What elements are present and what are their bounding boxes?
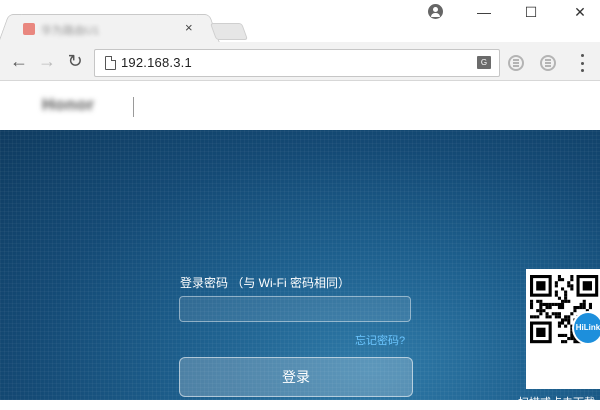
tab-title: 华为路由U1	[41, 25, 100, 36]
window-close-button[interactable]: ✕	[560, 0, 600, 24]
password-label: 登录密码 （与 Wi-Fi 密码相同）	[180, 276, 350, 290]
login-panel: 登录密码 （与 Wi-Fi 密码相同） 忘记密码? 登录 HiLink 扫描或点…	[0, 130, 600, 409]
page-info-icon[interactable]	[105, 56, 116, 70]
extension-icon[interactable]	[540, 55, 556, 71]
tab-strip: 华为路由U1 × — ☐ ✕	[0, 0, 600, 44]
brand-logo: Honor	[42, 95, 95, 114]
url-text[interactable]: 192.168.3.1	[121, 55, 192, 70]
new-tab-button[interactable]	[209, 23, 249, 40]
profile-icon[interactable]	[428, 4, 443, 19]
header-divider	[133, 97, 134, 117]
login-button[interactable]: 登录	[179, 357, 413, 397]
translate-icon[interactable]: G	[477, 56, 491, 69]
browser-tab[interactable]: 华为路由U1 ×	[8, 14, 210, 44]
reload-button[interactable]: ↻	[64, 50, 86, 72]
maximize-button[interactable]: ☐	[511, 0, 551, 24]
back-button[interactable]: ←	[8, 50, 30, 72]
qr-caption: 扫描或点击下载	[518, 397, 595, 409]
page-header: Honor	[0, 81, 600, 130]
password-input[interactable]	[179, 296, 411, 322]
favicon-icon	[23, 23, 35, 35]
forgot-password-link[interactable]: 忘记密码?	[355, 332, 405, 348]
browser-menu-icon[interactable]	[572, 54, 592, 72]
hilink-icon: HiLink	[572, 311, 600, 345]
tab-close-icon[interactable]: ×	[185, 19, 193, 37]
extension-icon[interactable]	[508, 55, 524, 71]
address-bar[interactable]: 192.168.3.1 G	[94, 49, 500, 77]
minimize-button[interactable]: —	[464, 0, 504, 24]
forward-button[interactable]: →	[36, 50, 58, 72]
